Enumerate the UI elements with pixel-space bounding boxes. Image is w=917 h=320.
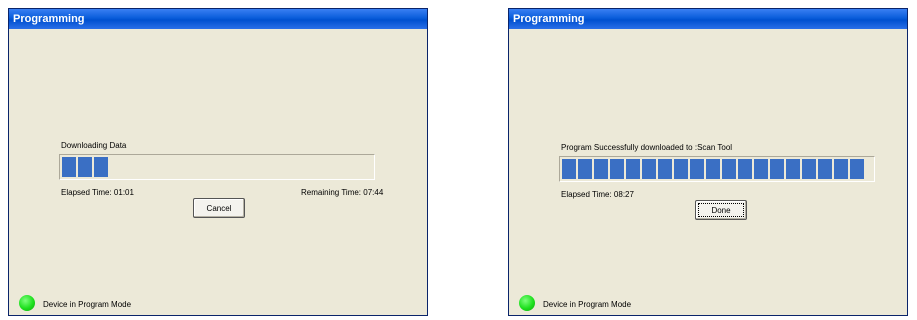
progress-segment	[706, 159, 720, 179]
device-status-led-icon	[19, 295, 35, 311]
progress-segment	[786, 159, 800, 179]
progress-segment	[818, 159, 832, 179]
progress-segment	[850, 159, 864, 179]
device-status-led-icon	[519, 295, 535, 311]
progress-bar	[559, 156, 875, 182]
device-status-text: Device in Program Mode	[543, 300, 632, 309]
progress-segment	[62, 157, 76, 177]
window-body: Downloading Data Elapsed Time: 01:01 Rem…	[9, 29, 427, 316]
programming-window-left: Programming Downloading Data Elapsed Tim…	[8, 8, 428, 316]
elapsed-time-text: Elapsed Time: 08:27	[561, 190, 634, 199]
progress-segment	[642, 159, 656, 179]
progress-segment	[626, 159, 640, 179]
progress-segment	[770, 159, 784, 179]
progress-segment	[690, 159, 704, 179]
progress-bar	[59, 154, 375, 180]
progress-segment	[610, 159, 624, 179]
screenshot-stage: Programming Downloading Data Elapsed Tim…	[0, 0, 917, 320]
progress-segment	[754, 159, 768, 179]
cancel-button[interactable]: Cancel	[193, 198, 245, 218]
progress-segment	[94, 157, 108, 177]
window-title: Programming	[9, 9, 427, 29]
device-status-text: Device in Program Mode	[43, 300, 132, 309]
progress-segment	[658, 159, 672, 179]
window-body: Program Successfully downloaded to :Scan…	[509, 29, 907, 316]
download-status-text: Program Successfully downloaded to :Scan…	[561, 143, 733, 152]
progress-segment	[78, 157, 92, 177]
elapsed-time-text: Elapsed Time: 01:01	[61, 188, 134, 197]
progress-segment	[674, 159, 688, 179]
progress-segment	[834, 159, 848, 179]
download-status-text: Downloading Data	[61, 141, 127, 150]
remaining-time-text: Remaining Time: 07:44	[301, 188, 384, 197]
progress-segment	[722, 159, 736, 179]
window-title: Programming	[509, 9, 907, 29]
programming-window-right: Programming Program Successfully downloa…	[508, 8, 908, 316]
progress-segment	[802, 159, 816, 179]
progress-segment	[562, 159, 576, 179]
progress-segment	[578, 159, 592, 179]
progress-segment	[594, 159, 608, 179]
progress-segment	[738, 159, 752, 179]
done-button[interactable]: Done	[695, 200, 747, 220]
